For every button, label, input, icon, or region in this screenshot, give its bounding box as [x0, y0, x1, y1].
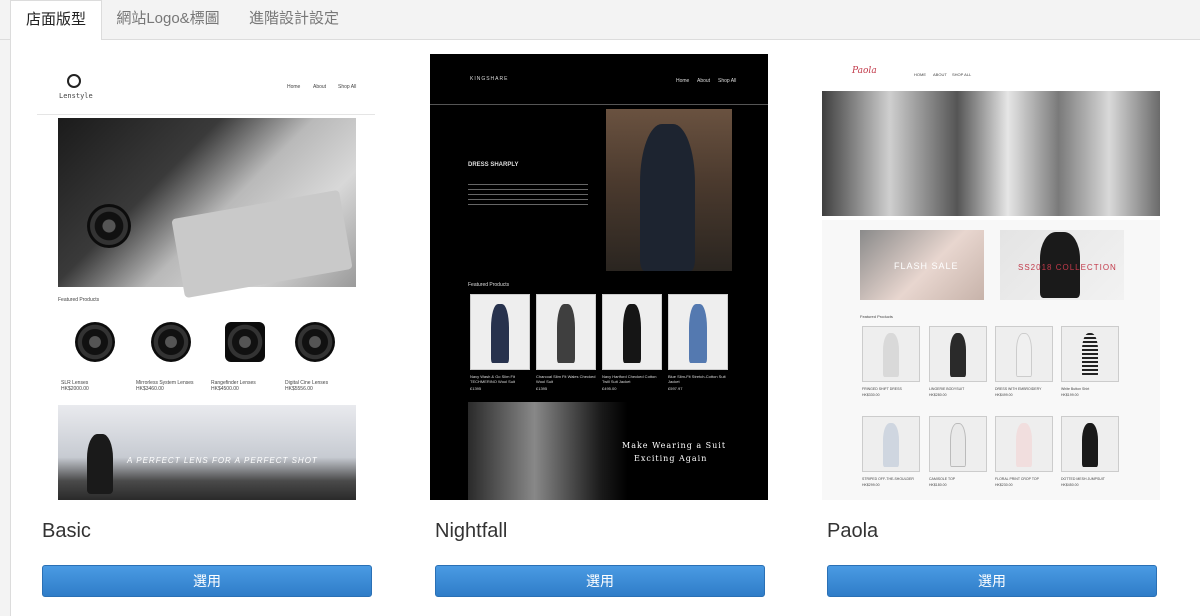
preview-brand: Paola — [852, 66, 877, 76]
product-price: HK$199.00 — [1061, 393, 1079, 397]
product-lens-1 — [75, 322, 115, 362]
product-lens-3 — [225, 322, 265, 362]
product-price: £495.00 — [602, 386, 617, 391]
preview-nav-home: Home — [676, 78, 690, 84]
hero-photo — [822, 91, 1160, 216]
divider — [37, 114, 375, 115]
product-title: LINGERIE BODYSUIT — [929, 387, 965, 391]
hero-text-lines — [468, 184, 588, 206]
select-paola-button[interactable]: 選用 — [827, 565, 1157, 597]
aperture-logo-icon — [67, 74, 81, 88]
product-price: £597.97 — [668, 386, 683, 391]
select-basic-button[interactable]: 選用 — [42, 565, 372, 597]
product-price: HK$180.00 — [929, 483, 947, 487]
banner-photo — [468, 402, 734, 500]
preview-brand: KINGSHARE — [470, 76, 509, 82]
promo-flash-sale-label: FLASH SALE — [894, 261, 959, 271]
product-price: HK$330.00 — [862, 393, 880, 397]
product-image — [536, 294, 596, 370]
theme-name: Nightfall — [435, 520, 508, 542]
tab-store-template[interactable]: 店面版型 — [10, 0, 102, 41]
product-price: HK$499.00 — [995, 393, 1013, 397]
product-price: HK$3460.00 — [136, 386, 164, 392]
preview-section-title: Featured Products — [58, 297, 100, 303]
product-image — [470, 294, 530, 370]
preview-nav-shop: SHOP ALL — [952, 72, 972, 77]
banner-line-2: Exciting Again — [634, 454, 708, 463]
camera-lens-icon — [87, 204, 131, 248]
preview-section-title: Featured Products — [468, 282, 510, 288]
product-title: DOTTED MESH JUMPSUIT — [1061, 477, 1105, 481]
banner-text: A PERFECT LENS FOR A PERFECT SHOT — [127, 456, 318, 465]
product-price: £1395 — [470, 386, 482, 391]
product-title: Charcoal Slim Fit Wales Checked Wool Sui… — [536, 374, 596, 384]
product-title: FRINGED SHIFT DRESS — [862, 387, 902, 391]
product-price: HK$450.00 — [1061, 483, 1079, 487]
product-title: White Button Shirt — [1061, 387, 1090, 391]
product-image — [862, 416, 920, 472]
theme-name: Paola — [827, 520, 879, 542]
preview-nav-about: About — [313, 84, 327, 90]
preview-nav-shop: Shop All — [338, 84, 357, 90]
product-price: HK$4500.00 — [211, 386, 239, 392]
hero-heading: DRESS SHARPLY — [468, 162, 519, 168]
preview-nav-home: Home — [287, 84, 301, 90]
product-lens-2 — [151, 322, 191, 362]
product-price: HK$5556.00 — [285, 386, 313, 392]
product-image — [995, 326, 1053, 382]
product-image — [668, 294, 728, 370]
product-price: HK$299.00 — [862, 483, 880, 487]
divider — [430, 104, 768, 105]
product-price: £1395 — [536, 386, 548, 391]
preview-nav-home: HOME — [914, 72, 926, 77]
product-title: DRESS WITH EMBROIDERY — [995, 387, 1042, 391]
banner-line-1: Make Wearing a Suit — [622, 441, 727, 450]
theme-preview-nightfall[interactable]: KINGSHARE Home About Shop All DRESS SHAR… — [430, 54, 768, 500]
product-price: HK$2000.00 — [61, 386, 89, 392]
preview-nav-about: ABOUT — [933, 72, 947, 77]
product-title: Navy Wash & Go Slim Fit TECHMERINO Wool … — [470, 374, 516, 384]
photographer-silhouette — [87, 434, 113, 494]
product-price: HK$280.00 — [929, 393, 947, 397]
product-image — [602, 294, 662, 370]
product-title: FLORAL PRINT CROP TOP — [995, 477, 1039, 481]
tab-advanced-design[interactable]: 進階設計設定 — [234, 0, 354, 40]
model-figure — [640, 124, 695, 271]
product-title: STRIPED OFF-THE-SHOULDER — [862, 477, 914, 481]
theme-preview-paola[interactable]: Paola HOME ABOUT SHOP ALL FLASH SALE SS2… — [822, 54, 1160, 500]
product-title: Blue Slim-Fit Stretch-Cotton Suit Jacket — [668, 374, 726, 384]
theme-preview-basic[interactable]: Lenstyle Home About Shop All Featured Pr… — [37, 54, 375, 500]
product-image — [995, 416, 1053, 472]
product-price: HK$230.00 — [995, 483, 1013, 487]
theme-name: Basic — [42, 520, 91, 542]
select-nightfall-button[interactable]: 選用 — [435, 565, 765, 597]
product-title: CAMISOLE TOP — [929, 477, 956, 481]
product-image — [1061, 326, 1119, 382]
product-image — [929, 416, 987, 472]
preview-section-title: Featured Products — [860, 314, 893, 319]
tab-bar: 店面版型 網站Logo&標圖 進階設計設定 — [0, 0, 1200, 41]
preview-nav-about: About — [697, 78, 711, 84]
product-image — [929, 326, 987, 382]
product-image — [1061, 416, 1119, 472]
product-lens-4 — [295, 322, 335, 362]
product-title: Navy Hartford Checked Cotton Twill Suit … — [602, 374, 657, 384]
tab-logo-banner[interactable]: 網站Logo&標圖 — [102, 0, 234, 40]
preview-brand: Lenstyle — [59, 92, 93, 100]
preview-nav-shop: Shop All — [718, 78, 737, 84]
product-image — [862, 326, 920, 382]
promo-ss2018-label: SS2018 COLLECTION — [1018, 263, 1117, 272]
